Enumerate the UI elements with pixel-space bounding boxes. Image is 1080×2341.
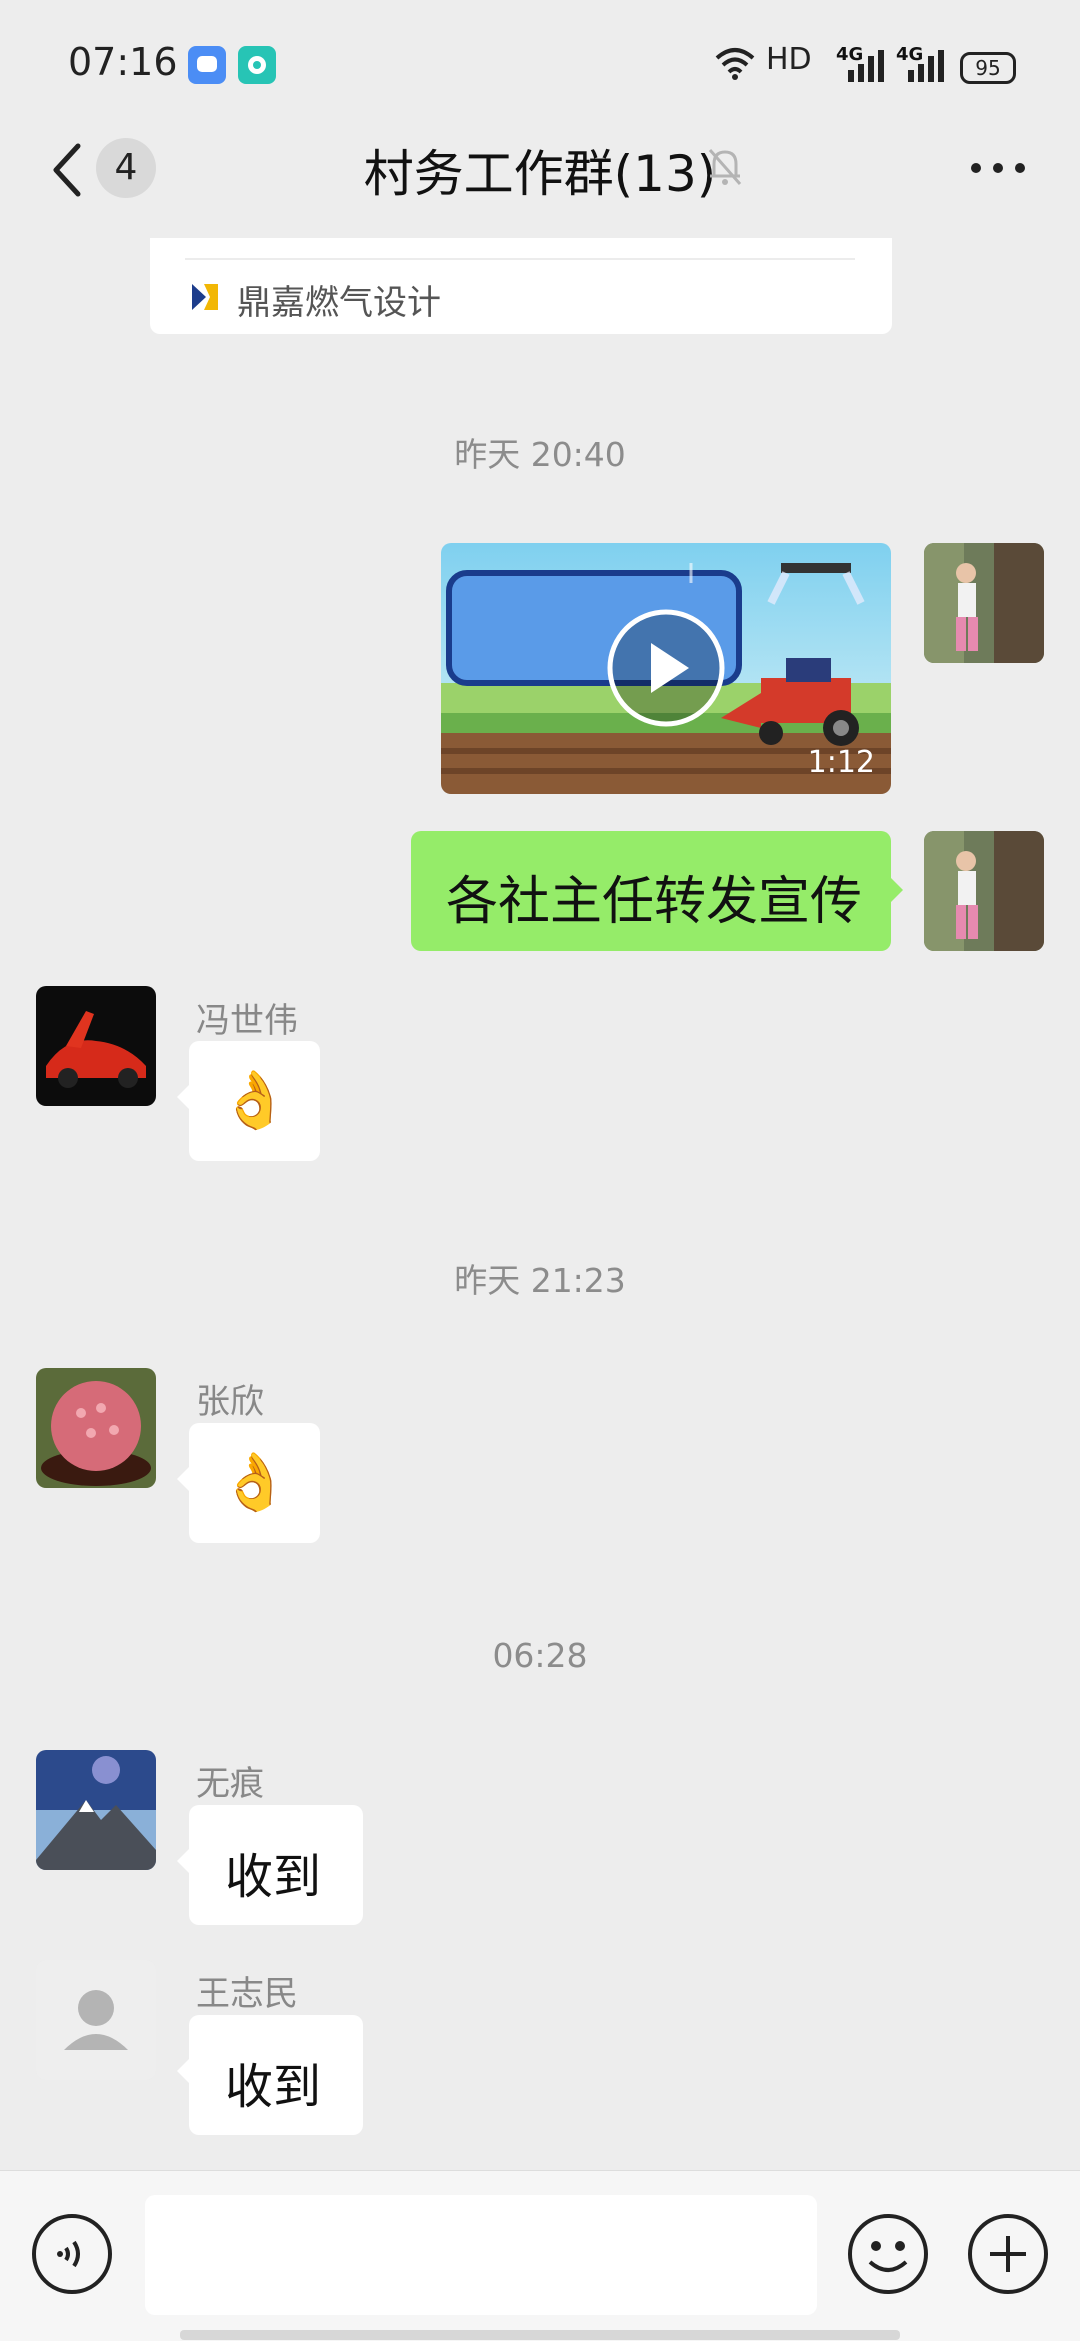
signal-bars-2-icon (900, 48, 944, 88)
battery-icon: 95 (960, 52, 1016, 84)
home-indicator (180, 2330, 900, 2340)
ok-hand-emoji: 👌 (219, 1450, 290, 1515)
emoji-button[interactable] (846, 2212, 930, 2296)
timestamp: 06:28 (492, 1636, 588, 1675)
chat-title: 村务工作群(13) (363, 145, 717, 203)
app-notification-icon (188, 46, 226, 84)
plus-icon (968, 2214, 1048, 2294)
status-time: 07:16 (68, 40, 178, 84)
self-text-bubble[interactable]: 各社主任转发宣传 (411, 831, 903, 951)
sender-name: 冯世伟 (196, 1001, 298, 1041)
ok-hand-emoji: 👌 (219, 1068, 290, 1133)
timestamp: 昨天 20:40 (454, 435, 626, 474)
emoji-bubble[interactable]: 👌 (177, 1423, 320, 1543)
link-card-source: 鼎嘉燃气设计 (237, 283, 441, 323)
sender-name: 张欣 (196, 1382, 264, 1422)
message-input[interactable] (145, 2195, 817, 2315)
self-avatar[interactable] (924, 831, 1044, 951)
sender-avatar[interactable] (36, 1368, 156, 1488)
person-icon (36, 1960, 156, 2080)
video-message[interactable]: 1:12 (441, 543, 891, 794)
battery-level: 95 (975, 56, 1001, 80)
voice-input-button[interactable] (30, 2212, 114, 2296)
message-text: 收到 (225, 1849, 322, 1905)
sender-name: 无痕 (196, 1764, 264, 1804)
wifi-icon (714, 46, 756, 84)
status-bar: 07:16 HD 4G 4G 95 (0, 0, 1080, 130)
card-divider (185, 258, 855, 260)
sender-avatar[interactable] (36, 986, 156, 1106)
video-duration: 1:12 (807, 745, 875, 780)
signal-bars-1-icon (840, 48, 884, 88)
message-text: 收到 (225, 2059, 322, 2115)
source-logo-icon (190, 280, 220, 314)
chat-app-icon (238, 46, 276, 84)
sender-name: 王志民 (196, 1974, 298, 2014)
network-label: HD (766, 42, 812, 77)
timestamp: 昨天 21:23 (454, 1261, 626, 1300)
self-text: 各社主任转发宣传 (446, 872, 863, 932)
emoji-bubble[interactable]: 👌 (177, 1041, 320, 1161)
voice-icon (32, 2214, 112, 2294)
more-options-button[interactable] (968, 160, 1028, 180)
self-avatar[interactable] (924, 543, 1044, 663)
default-avatar[interactable] (36, 1960, 156, 2080)
mute-bell-icon (706, 146, 744, 188)
smiley-icon (848, 2214, 928, 2294)
text-bubble[interactable]: 收到 (177, 1805, 363, 1925)
sender-avatar[interactable] (36, 1750, 156, 1870)
text-bubble[interactable]: 收到 (177, 2015, 363, 2135)
more-dots-icon (971, 163, 1025, 173)
more-functions-button[interactable] (966, 2212, 1050, 2296)
